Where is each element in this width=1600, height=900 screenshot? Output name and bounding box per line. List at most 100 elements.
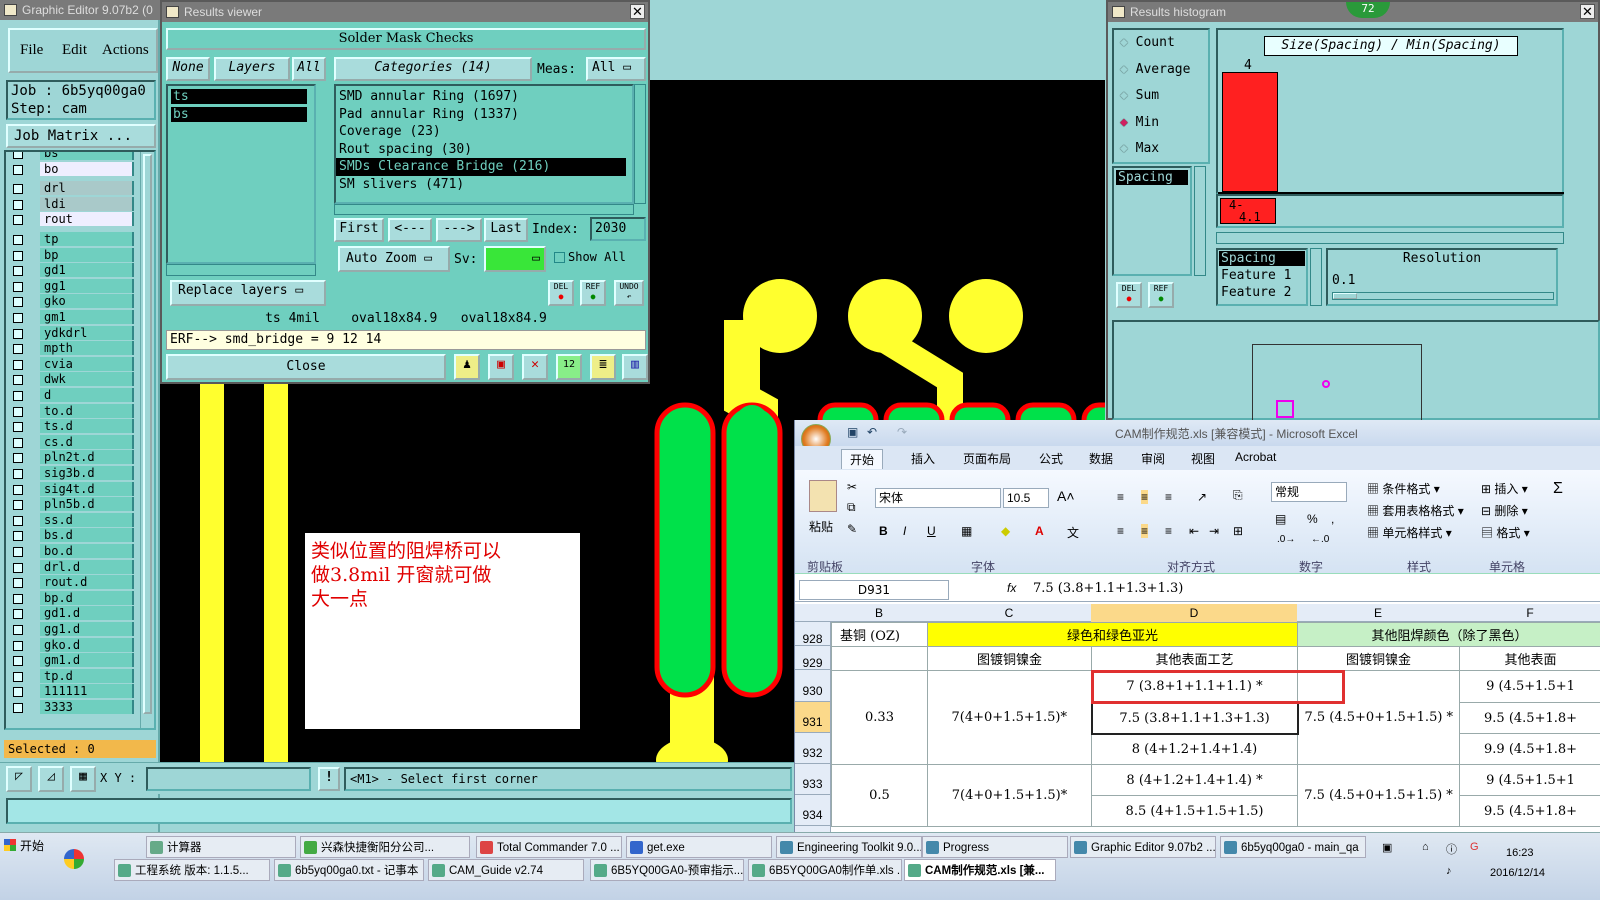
layer-checkbox[interactable] [13,344,23,355]
taskbar-item[interactable]: Total Commander 7.0 ... [476,836,622,858]
format-painter-icon[interactable]: ✎ [847,522,857,536]
slider-handle[interactable] [1333,293,1357,299]
save-icon[interactable]: ▣ [847,425,858,439]
fill-color-icon[interactable]: ◆ [1001,524,1010,538]
del-button[interactable]: DEL ● [548,280,574,306]
cell-style-button[interactable]: ▦ 单元格样式 ▾ [1367,524,1452,541]
layer-row[interactable]: 3333 [10,700,134,716]
menu-file[interactable]: File [20,42,43,59]
clock-date[interactable]: 2016/12/14 [1490,867,1545,879]
radio-icon[interactable]: ◆ [1120,35,1136,50]
index-input[interactable]: 2030 [590,217,646,241]
taskbar-item[interactable]: 6B5YQ00GA0-预审指示... [590,859,744,881]
category-item[interactable]: Rout spacing (30) [336,141,626,159]
increase-indent-icon[interactable]: ⇥ [1209,524,1219,538]
fx-icon[interactable]: fx [1007,581,1016,595]
aggregate-option[interactable]: ◆ Average [1114,57,1208,84]
font-name-select[interactable]: 宋体 [875,488,1001,508]
undo-icon[interactable]: ↶ [867,425,877,439]
layer-row[interactable]: tp [10,232,134,248]
row-header[interactable]: 934 [795,795,830,826]
tray-volume-icon[interactable]: ♪ [1446,865,1452,877]
layer-checkbox[interactable] [13,484,23,495]
layer-row[interactable]: gg1 [10,278,134,295]
col-e[interactable]: E [1297,604,1459,622]
layer-row[interactable]: cvia [10,356,134,373]
cut-icon[interactable]: ✂ [847,480,857,494]
taskbar-item[interactable]: Progress [922,836,1068,858]
last-button[interactable]: Last [484,218,528,242]
paste-icon[interactable] [809,480,837,512]
feature-list-scrollbar[interactable] [1310,248,1322,306]
layer-row[interactable]: bp.d [10,590,134,607]
spacing-list-scrollbar[interactable] [1194,166,1206,276]
job-matrix-button[interactable]: Job Matrix ... [6,124,156,148]
radio-icon[interactable]: ◆ [1120,141,1136,156]
cell-b933[interactable]: 0.5 [831,764,928,827]
align-middle-icon[interactable]: ≡ [1141,490,1149,504]
snap-icon[interactable]: ◸ [6,766,32,792]
excel-titlebar[interactable]: ▣ ↶ ↷ CAM制作规范.xls [兼容模式] - Microsoft Exc… [795,420,1600,454]
spacing-item[interactable]: Spacing [1116,170,1188,185]
col-b[interactable]: B [831,604,927,622]
cell-f934[interactable]: 9.5 (4.5+1.8+ [1459,795,1600,827]
cell-f933[interactable]: 9 (4.5+1.5+1 [1459,764,1600,796]
layer-checkbox[interactable] [13,578,23,589]
report-icon[interactable]: ≣ [590,354,616,380]
layers-button[interactable]: Layers [214,57,290,81]
decrease-indent-icon[interactable]: ⇤ [1189,524,1199,538]
histogram-bar[interactable] [1222,72,1278,192]
ribbon-tab[interactable]: 公式 [1031,449,1071,468]
category-item[interactable]: Coverage (23) [336,123,626,141]
tray-network-icon[interactable]: ▣ [1382,841,1392,854]
layer-item-bs[interactable]: bs [171,107,307,122]
layer-row[interactable]: sig4t.d [10,481,134,498]
autosum-icon[interactable]: Σ [1553,480,1563,498]
layer-checkbox[interactable] [13,500,23,511]
layer-checkbox[interactable] [13,406,23,417]
quick-launch-icon[interactable] [64,849,84,869]
cell-ef928[interactable]: 其他阻焊颜色（除了黑色） [1297,622,1600,647]
xy-input[interactable] [146,767,311,791]
none-button[interactable]: None [166,57,210,81]
category-item[interactable]: SMDs Clearance Bridge (216) [336,158,626,176]
layer-checkbox[interactable] [13,671,23,682]
cell-e933[interactable]: 7.5 (4.5+0+1.5+1.5) * [1297,764,1461,827]
font-color-icon[interactable]: A [1035,524,1044,538]
taskbar-item[interactable]: 工程系统 版本: 1.1.5... [114,859,270,881]
col-c[interactable]: C [927,604,1091,622]
tray-info-icon[interactable]: ⓘ [1446,841,1457,857]
cell-f931[interactable]: 9.5 (4.5+1.8+ [1459,702,1600,734]
layer-row[interactable]: 111111 [10,684,134,700]
layer-checkbox[interactable] [13,593,23,604]
layer-checkbox[interactable] [13,215,23,226]
cell-c933[interactable]: 7(4+0+1.5+1.5)* [927,764,1092,827]
replace-layers-button[interactable]: Replace layers ▭ [170,280,326,306]
layer-row[interactable]: rout.d [10,575,134,591]
formula-input[interactable]: 7.5 (3.8+1.1+1.3+1.3) [1033,581,1183,596]
phonetic-icon[interactable]: 文 [1067,524,1079,541]
layer-row[interactable]: gko [10,294,134,310]
close-icon[interactable]: ✕ [1580,4,1595,19]
layer-checkbox[interactable] [13,656,23,667]
align-right-icon[interactable]: ≡ [1165,524,1172,538]
format-cells-button[interactable]: ▤ 格式 ▾ [1481,524,1530,541]
insert-cells-button[interactable]: ⊞ 插入 ▾ [1481,480,1528,497]
cell-b928[interactable]: 基铜 (OZ) [831,622,928,647]
ribbon-tab[interactable]: 视图 [1183,449,1223,468]
ribbon-tab[interactable]: Acrobat [1227,449,1284,465]
layer-checkbox[interactable] [13,547,23,557]
layer-row[interactable]: bs [10,152,134,162]
layer-checkbox[interactable] [13,609,23,620]
taskbar-item[interactable]: 6b5yq00ga0 - main_qa [1220,836,1366,858]
layer-row[interactable]: drl [10,181,134,197]
clock-time[interactable]: 16:23 [1506,847,1534,859]
sv-color-select[interactable]: ▭ [484,246,546,272]
row-header[interactable]: 929 [795,646,830,670]
layer-row[interactable]: bp [10,247,134,264]
step-icon[interactable]: 12 [556,354,582,380]
taskbar-item[interactable]: CAM制作规范.xls [兼... [904,859,1056,881]
histogram-hscroll[interactable] [1216,232,1564,244]
category-list-scrollbar[interactable] [634,84,646,204]
prev-button[interactable]: <--- [388,218,432,242]
